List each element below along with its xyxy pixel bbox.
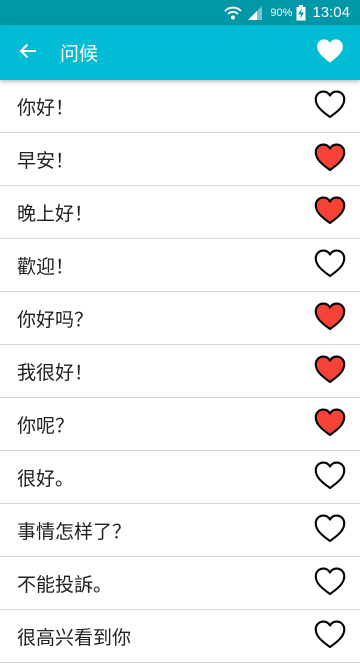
arrow-back-icon: [19, 42, 37, 64]
phrase-text: 事情怎样了？: [17, 520, 132, 543]
wifi-icon: [224, 5, 243, 21]
list-item[interactable]: 你好！: [0, 80, 360, 133]
phrase-text: 歡迎！: [17, 255, 75, 278]
battery-percent: 90%: [270, 6, 293, 19]
phrase-text: 很高兴看到你: [17, 626, 132, 649]
phrase-text: 晚上好！: [17, 202, 94, 225]
heart-outline-icon: [314, 567, 346, 600]
heart-filled-icon: [314, 355, 346, 388]
favorite-toggle[interactable]: [300, 451, 360, 503]
status-bar: 90% 13:04: [0, 0, 360, 25]
page-title: 问候: [60, 43, 99, 65]
heart-outline-icon: [314, 90, 346, 123]
favorite-toggle[interactable]: [300, 239, 360, 291]
phrase-text: 你呢？: [17, 414, 75, 437]
heart-filled-icon: [314, 143, 346, 176]
phrase-text: 不能投訴。: [17, 573, 113, 596]
list-item[interactable]: 你好吗？: [0, 292, 360, 345]
list-item[interactable]: 你呢？: [0, 398, 360, 451]
heart-outline-icon: [314, 249, 346, 282]
phrase-text: 早安！: [17, 149, 75, 172]
heart-outline-icon: [314, 620, 346, 653]
favorite-toggle[interactable]: [300, 557, 360, 609]
phrase-text: 我很好！: [17, 361, 94, 384]
favorite-toggle[interactable]: [300, 186, 360, 238]
favorite-toggle[interactable]: [300, 292, 360, 344]
phrase-text: 你好！: [17, 96, 75, 119]
heart-filled-icon: [316, 38, 344, 68]
favorite-toggle[interactable]: [300, 610, 360, 662]
list-item[interactable]: 晚上好！: [0, 186, 360, 239]
battery-charging-icon: [296, 4, 306, 21]
app-bar: 问候: [0, 25, 360, 80]
favorite-toggle[interactable]: [300, 133, 360, 185]
heart-filled-icon: [314, 302, 346, 335]
favorite-toggle[interactable]: [300, 504, 360, 556]
list-item[interactable]: 很高兴看到你: [0, 610, 360, 663]
list-item[interactable]: 我很好！: [0, 345, 360, 398]
back-button[interactable]: [0, 25, 56, 80]
phrase-list: 你好！ 早安！ 晚上好！ 歡迎！ 你好吗？ 我很好！ 你呢？ 很好。 事情怎样了…: [0, 80, 360, 663]
list-item[interactable]: 早安！: [0, 133, 360, 186]
list-item[interactable]: 很好。: [0, 451, 360, 504]
heart-filled-icon: [314, 196, 346, 229]
list-item[interactable]: 不能投訴。: [0, 557, 360, 610]
signal-icon: [246, 5, 264, 21]
heart-outline-icon: [314, 461, 346, 494]
clock: 13:04: [312, 4, 350, 21]
favorite-toggle[interactable]: [300, 345, 360, 397]
heart-filled-icon: [314, 408, 346, 441]
phrase-text: 很好。: [17, 467, 75, 490]
phrase-text: 你好吗？: [17, 308, 94, 331]
list-item[interactable]: 歡迎！: [0, 239, 360, 292]
list-item[interactable]: 事情怎样了？: [0, 504, 360, 557]
favorite-toggle[interactable]: [300, 80, 360, 132]
heart-outline-icon: [314, 514, 346, 547]
favorite-toggle[interactable]: [300, 398, 360, 450]
favorites-button[interactable]: [300, 25, 360, 80]
